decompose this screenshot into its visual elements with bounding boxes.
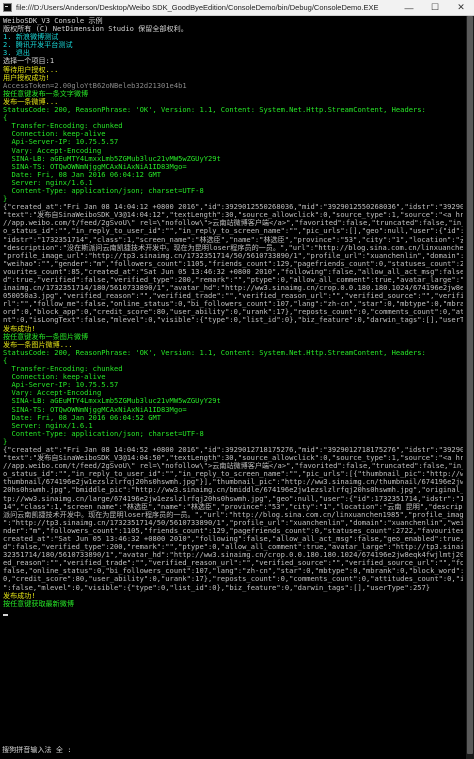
text-cursor: [3, 613, 8, 616]
console-line: {"created_at":"Fri Jan 08 14:04:52 +0800…: [3, 445, 463, 454]
console-line: Content-Type: application/json; charset=…: [3, 429, 204, 438]
console-line: 按任意键获取最新微博: [3, 599, 74, 608]
console-line: 0,"credit_score":80,"user_ability":0,"ur…: [3, 575, 463, 584]
console-line: SINA-TS: OTQwOWNmNjggMCAxNiAxNiA1ID83Mgo…: [3, 162, 187, 171]
console-line: StatusCode: 200, ReasonPhrase: 'OK', Ver…: [3, 106, 426, 115]
console-line: Connection: keep-alive: [3, 130, 106, 139]
console-line: 14","class":1,"screen_name":"林选臣","name"…: [3, 502, 463, 511]
console-line: 发布成功!: [3, 591, 36, 600]
console-line: created_at":"Sat Jun 05 13:46:32 +0800 2…: [3, 535, 463, 543]
console-line: nder":"m","followers_count":1105,"friend…: [3, 526, 463, 535]
console-line: Date: Fri, 08 Jan 2016 06:04:12 GMT: [3, 170, 162, 179]
console-line: 050050a3.jpg","verified_reason":"","veri…: [3, 292, 463, 301]
console-line: "text":"发布自SinaWeiboSDK_V3@14:04:50","te…: [3, 454, 463, 463]
console-line: Api-Server-IP: 10.75.5.57: [3, 138, 119, 147]
console-line: 20hs0hswmh.jpg","bmiddle_pic":"http://ww…: [3, 486, 463, 495]
console-line: SINA-TS: OTQwOWNmNjggMCAxNiAxNiA1ID83Mgo…: [3, 405, 187, 414]
console-line: d":true,"verified":false,"verified_type"…: [3, 276, 463, 284]
console-line: 发布一条微博...: [3, 97, 59, 106]
close-button[interactable]: ✕: [448, 0, 474, 16]
console-line: {"created_at":"Fri Jan 08 14:04:12 +0800…: [3, 203, 463, 212]
title-bar[interactable]: file:///D:/Users/Anderson/Desktop/Weibo …: [0, 0, 474, 16]
console-line: "weihao":"","gender":"m","followers_coun…: [3, 259, 463, 268]
console-line: 派问云南凯捷技术开发中。现在为昆明loser程序员的一员。","url":"ht…: [3, 510, 463, 519]
scrollbar-thumb[interactable]: [467, 16, 473, 754]
console-line: inaimg.cn/1732351714/180/5610733890/1","…: [3, 284, 463, 293]
console-line: thumbnail/674196e2jw1ezslzlrfqj20hs0hswm…: [3, 478, 463, 487]
console-line: ":"http://tp3.sinaimg.cn/1732351714/50/5…: [3, 518, 463, 527]
console-line: "text":"发布自SinaWeiboSDK_V3@14:04:12","te…: [3, 211, 463, 220]
window-title: file:///D:/Users/Anderson/Desktop/Weibo …: [16, 3, 379, 12]
console-line: false,"online_status":0,"bi_followers_co…: [3, 567, 463, 576]
console-line: Server: nginx/1.6.1: [3, 421, 93, 430]
console-line: ":false,"mlevel":0,"visible":{"type":0,"…: [3, 583, 431, 592]
console-line: ord":0,"block_app":0,"credit_score":80,"…: [3, 308, 463, 317]
console-line: tp://ww3.sinaimg.cn/large/674196e2jw1ezs…: [3, 494, 463, 503]
console-app-icon[interactable]: [3, 3, 12, 12]
console-line: Api-Server-IP: 10.75.5.57: [3, 381, 119, 390]
console-line: 等待用户授权...: [3, 65, 59, 74]
console-line: nt":0,"isLongText":false,"mlevel":0,"vis…: [3, 316, 463, 325]
minimize-button[interactable]: —: [396, 0, 422, 16]
console-line: StatusCode: 200, ReasonPhrase: 'OK', Ver…: [3, 348, 426, 357]
console-line: AccessToken=2.00gloYtB62oNBeleb32d21301e…: [3, 81, 187, 90]
console-window: file:///D:/Users/Anderson/Desktop/Weibo …: [0, 0, 474, 759]
console-line: "profile_image_url":"http://tp3.sinaimg.…: [3, 251, 463, 260]
console-line: 发布一条图片微博...: [3, 340, 73, 349]
console-line: 2. 腾讯开发平台测试: [3, 41, 73, 50]
console-line: SINA-LB: aGEuMTY4LmxxLmb5ZGMub3luc21vMW5…: [3, 154, 221, 163]
console-line: 选择一个项目:1: [3, 57, 55, 66]
console-line: rl":"","follow_me":false,"online_status"…: [3, 300, 463, 309]
console-line: o_status_id":"","in_reply_to_user_id":""…: [3, 470, 463, 479]
console-line: 1. 新浪微博测试: [3, 33, 59, 42]
console-line: 发布成功!: [3, 324, 36, 333]
console-line: 3. 退出: [3, 49, 30, 58]
console-line: "description":"没在斯派问云南凯捷技术开发中。现在为昆明loser…: [3, 243, 463, 252]
console-line: {: [3, 356, 8, 365]
console-line: SINA-LB: aGEuMTY4LmxxLmb5ZGMub3luc21vMW5…: [3, 397, 221, 406]
console-line: d":false,"verified_type":200,"remark":""…: [3, 543, 463, 552]
console-line: 按任意键发布一条文字微博: [3, 89, 89, 98]
console-output[interactable]: WeiboSDK_V3 Console 示例 版权所有 (C) NetDimens…: [0, 16, 466, 759]
console-line: vourites_count":85,"created_at":"Sat Jun…: [3, 267, 463, 276]
console-line: Server: nginx/1.6.1: [3, 178, 93, 187]
console-line: //app.weibo.com/t/feed/2gSvoU\" rel=\"no…: [3, 462, 463, 471]
ime-status-bar: 搜狗拼音输入法 全 :: [2, 745, 72, 754]
console-line: 32351714/180/5610733890/1","avatar_hd":"…: [3, 551, 463, 560]
console-line: "idstr":"1732351714","class":1,"screen_n…: [3, 235, 463, 244]
console-line: 用户授权成功!: [3, 73, 50, 82]
console-line: Transfer-Encoding: chunked: [3, 122, 123, 131]
console-line: 按任意键发布一条图片微博: [3, 332, 89, 341]
console-line: 版权所有 (C) NetDimension Studio 保留全部权利。: [3, 25, 188, 34]
console-line: }: [3, 437, 8, 446]
console-line: Transfer-Encoding: chunked: [3, 365, 123, 374]
maximize-button[interactable]: ☐: [422, 0, 448, 16]
console-line: o_status_id":"","in_reply_to_user_id":""…: [3, 227, 463, 236]
console-line: WeiboSDK_V3 Console 示例: [3, 17, 103, 25]
console-line: Date: Fri, 08 Jan 2016 06:04:52 GMT: [3, 413, 162, 422]
vertical-scrollbar[interactable]: [466, 16, 474, 759]
console-cursor-line: [3, 608, 463, 616]
console-line: ed_reason":"","verified_trade":"","verif…: [3, 559, 463, 568]
console-line: Connection: keep-alive: [3, 373, 106, 382]
console-line: Content-Type: application/json; charset=…: [3, 186, 204, 195]
console-line: //app.weibo.com/t/feed/2gSvoU\" rel=\"no…: [3, 219, 463, 228]
console-line: }: [3, 195, 8, 204]
console-line: Vary: Accept-Encoding: [3, 389, 102, 398]
console-line: Vary: Accept-Encoding: [3, 146, 102, 155]
console-line: {: [3, 114, 8, 123]
